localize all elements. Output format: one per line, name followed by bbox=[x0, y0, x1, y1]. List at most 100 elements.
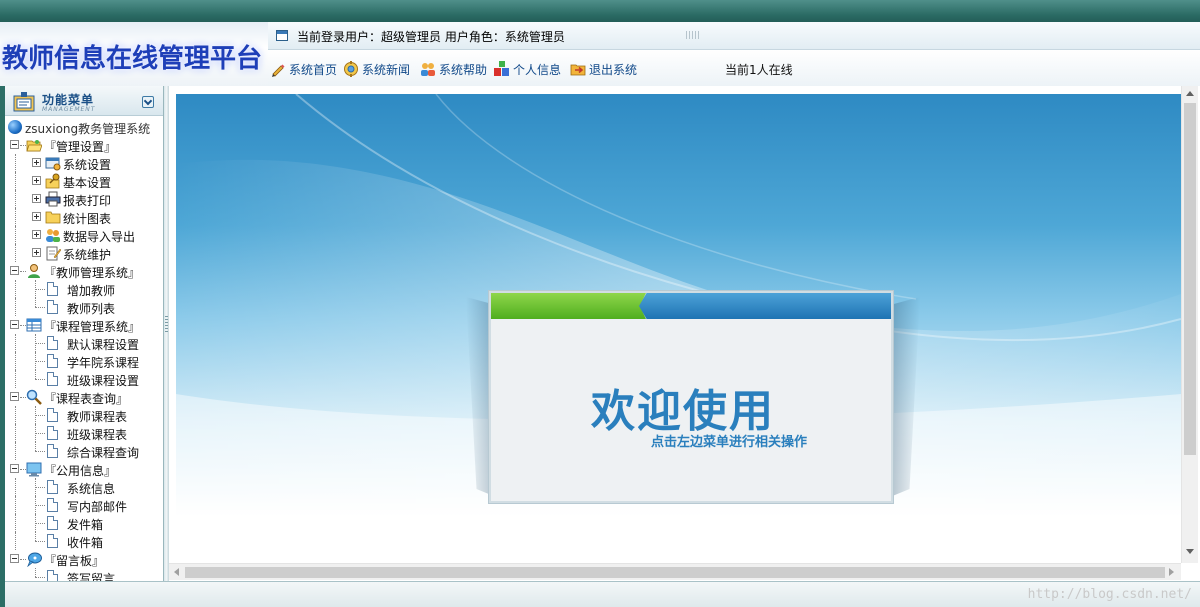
expand-toggle[interactable] bbox=[32, 212, 41, 221]
tree-item-year-dept-course[interactable]: 学年院系课程 bbox=[5, 352, 163, 370]
tree-item-system-info[interactable]: 系统信息 bbox=[5, 478, 163, 496]
nav-help-label: 系统帮助 bbox=[439, 62, 488, 77]
tree-item-label: 统计图表 bbox=[63, 212, 112, 226]
page-icon bbox=[47, 534, 58, 548]
printer-icon bbox=[45, 191, 61, 207]
menu-tree: zsuxiong教务管理系统 『管理设置』 系统设置 基本设置 报表打印 统计图… bbox=[5, 118, 163, 581]
page-icon bbox=[47, 498, 58, 512]
expand-toggle[interactable] bbox=[32, 194, 41, 203]
page-icon bbox=[47, 282, 58, 296]
pencil-icon bbox=[270, 61, 286, 77]
tree-item-label: 综合课程查询 bbox=[67, 446, 140, 460]
tree-group-settings[interactable]: 『管理设置』 bbox=[5, 136, 163, 154]
vertical-scrollbar[interactable] bbox=[1181, 86, 1198, 563]
collapse-toggle[interactable] bbox=[10, 464, 19, 473]
tree-item-teacher-schedule[interactable]: 教师课程表 bbox=[5, 406, 163, 424]
tree-item-outbox[interactable]: 发件箱 bbox=[5, 514, 163, 532]
tree-item-write-message[interactable]: 签写留言 bbox=[5, 568, 163, 581]
tree-item-write-mail[interactable]: 写内部邮件 bbox=[5, 496, 163, 514]
tree-item-add-teacher[interactable]: 增加教师 bbox=[5, 280, 163, 298]
tree-group-course[interactable]: 『课程管理系统』 bbox=[5, 316, 163, 334]
expand-toggle[interactable] bbox=[32, 176, 41, 185]
collapse-toggle[interactable] bbox=[10, 320, 19, 329]
tree-item-label: 教师列表 bbox=[67, 302, 116, 316]
tree-group-message-board[interactable]: 『留言板』 bbox=[5, 550, 163, 568]
expand-toggle[interactable] bbox=[32, 230, 41, 239]
status-bar: http://blog.csdn.net/ bbox=[5, 581, 1200, 607]
magnifier-icon bbox=[26, 389, 42, 405]
user-blocks-icon bbox=[494, 61, 510, 77]
folder-open-icon bbox=[26, 137, 43, 153]
expand-toggle[interactable] bbox=[32, 248, 41, 257]
tree-item-default-course[interactable]: 默认课程设置 bbox=[5, 334, 163, 352]
tree-item-combined-query[interactable]: 综合课程查询 bbox=[5, 442, 163, 460]
tree-item-label: 基本设置 bbox=[63, 176, 112, 190]
tree-item-charts[interactable]: 统计图表 bbox=[5, 208, 163, 226]
card-bar-green bbox=[491, 293, 646, 319]
tree-group-label: 『公用信息』 bbox=[44, 464, 117, 478]
tree-group-public-info[interactable]: 『公用信息』 bbox=[5, 460, 163, 478]
vertical-scroll-thumb[interactable] bbox=[1184, 103, 1196, 455]
menu-header: 功能菜单 MANAGEMENT bbox=[5, 86, 163, 116]
tree-item-label: 收件箱 bbox=[67, 536, 104, 550]
collapse-menu-button[interactable] bbox=[142, 96, 154, 108]
welcome-card: 欢迎使用 点击左边菜单进行相关操作 bbox=[489, 291, 893, 503]
tree-item-class-schedule[interactable]: 班级课程表 bbox=[5, 424, 163, 442]
tree-item-teacher-list[interactable]: 教师列表 bbox=[5, 298, 163, 316]
tree-item-class-course[interactable]: 班级课程设置 bbox=[5, 370, 163, 388]
tree-item-label: 系统设置 bbox=[63, 158, 112, 172]
menu-subtitle: MANAGEMENT bbox=[42, 106, 96, 113]
scroll-down-icon[interactable] bbox=[1186, 549, 1194, 554]
tree-item-label: 写内部邮件 bbox=[67, 500, 128, 514]
tree-group-schedule[interactable]: 『课程表查询』 bbox=[5, 388, 163, 406]
horizontal-scrollbar[interactable] bbox=[169, 563, 1181, 580]
top-nav: 系统首页 系统新闻 系统帮助 个人信息 退出系统 当前1人在线 bbox=[268, 50, 1200, 86]
tree-item-label: 教师课程表 bbox=[67, 410, 128, 424]
nav-home-link[interactable]: 系统首页 bbox=[270, 60, 337, 78]
tree-item-import-export[interactable]: 数据导入导出 bbox=[5, 226, 163, 244]
nav-news-link[interactable]: 系统新闻 bbox=[343, 60, 410, 78]
news-icon bbox=[343, 61, 359, 77]
chat-bubble-icon bbox=[26, 551, 42, 568]
tree-root[interactable]: zsuxiong教务管理系统 bbox=[5, 118, 163, 136]
nav-profile-label: 个人信息 bbox=[513, 62, 562, 77]
tree-item-report-print[interactable]: 报表打印 bbox=[5, 190, 163, 208]
page-icon bbox=[47, 480, 58, 494]
folder-icon bbox=[45, 209, 61, 225]
edit-doc-icon bbox=[45, 245, 62, 261]
tree-item-label: 签写留言 bbox=[67, 572, 116, 581]
tree-item-system-settings[interactable]: 系统设置 bbox=[5, 154, 163, 172]
tree-item-inbox[interactable]: 收件箱 bbox=[5, 532, 163, 550]
collapse-toggle[interactable] bbox=[10, 266, 19, 275]
welcome-subtitle: 点击左边菜单进行相关操作 bbox=[651, 435, 808, 450]
welcome-title: 欢迎使用 bbox=[591, 386, 775, 437]
tree-group-label: 『课程管理系统』 bbox=[44, 320, 141, 334]
tree-item-basic-settings[interactable]: 基本设置 bbox=[5, 172, 163, 190]
collapse-toggle[interactable] bbox=[10, 392, 19, 401]
collapse-toggle[interactable] bbox=[10, 554, 19, 563]
nav-help-link[interactable]: 系统帮助 bbox=[420, 60, 487, 78]
monitor-icon bbox=[26, 461, 42, 477]
horizontal-scroll-thumb[interactable] bbox=[185, 567, 1165, 578]
nav-logout-link[interactable]: 退出系统 bbox=[570, 60, 637, 78]
page-icon bbox=[47, 336, 58, 350]
scroll-right-icon[interactable] bbox=[1169, 568, 1174, 576]
page-icon bbox=[47, 354, 58, 368]
page-icon bbox=[47, 300, 58, 314]
user-info-text: 当前登录用户：超级管理员 用户角色：系统管理员 bbox=[297, 30, 565, 44]
tree-group-teacher[interactable]: 『教师管理系统』 bbox=[5, 262, 163, 280]
splitter-grip-icon bbox=[165, 316, 168, 332]
scroll-left-icon[interactable] bbox=[174, 568, 179, 576]
tree-item-label: 班级课程表 bbox=[67, 428, 128, 442]
scroll-up-icon[interactable] bbox=[1186, 91, 1194, 96]
page-icon bbox=[47, 372, 58, 386]
tree-item-maintenance[interactable]: 系统维护 bbox=[5, 244, 163, 262]
online-count: 当前1人在线 bbox=[725, 63, 793, 77]
nav-profile-link[interactable]: 个人信息 bbox=[494, 60, 561, 78]
expand-toggle[interactable] bbox=[32, 158, 41, 167]
tree-group-label: 『教师管理系统』 bbox=[44, 266, 141, 280]
table-icon bbox=[26, 317, 42, 333]
tree-group-label: 『管理设置』 bbox=[44, 140, 117, 154]
collapse-toggle[interactable] bbox=[10, 140, 19, 149]
page-icon bbox=[47, 426, 58, 440]
